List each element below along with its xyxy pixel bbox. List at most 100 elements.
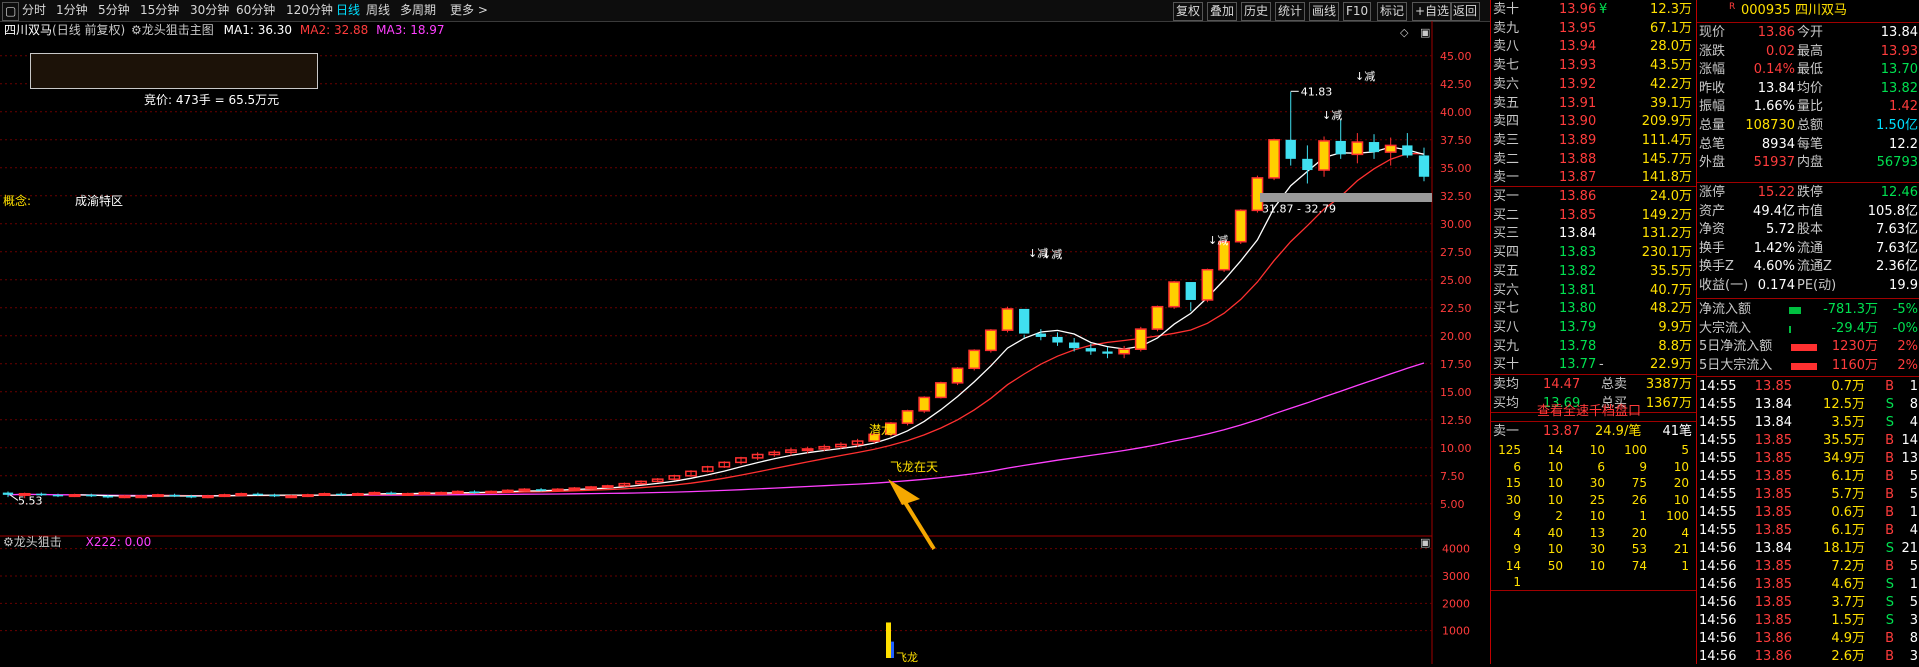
period-tab-5[interactable]: 60分钟 [236, 2, 275, 19]
kline-chart-panel[interactable]: 45.00 42.50 40.00 37.50 35.00 32.50 30.00 27.50… [0, 21, 1490, 664]
flow-label: 净流入额 [1699, 302, 1752, 317]
bid-row[interactable]: 买九 13.78 8.8万 [1491, 338, 1696, 356]
toolbar-button-7[interactable]: +自选 [1412, 2, 1453, 21]
queue-row[interactable]: 14 50 10 74 1 [1491, 558, 1696, 574]
queue-head-row[interactable]: 卖一 13.87 24.9/笔 41笔 [1491, 423, 1696, 441]
tick-row[interactable]: 14:56 13.85 3.7万 S 5 [1697, 594, 1919, 612]
bid-row[interactable]: 买七 13.80 48.2万 [1491, 300, 1696, 318]
ask-row[interactable]: 卖二 13.88 145.7万 [1491, 151, 1696, 169]
queue-row[interactable]: 9 10 30 53 21 [1491, 541, 1696, 557]
period-tab-4[interactable]: 30分钟 [190, 2, 229, 19]
tick-row[interactable]: 14:56 13.85 1.5万 S 3 [1697, 612, 1919, 630]
tick-row[interactable]: 14:55 13.85 35.5万 B 14 [1697, 432, 1919, 450]
ask-volume: 111.4万 [1641, 132, 1692, 148]
sub-tick-label: 2000 [1442, 597, 1470, 610]
toolbar-button-0[interactable]: 复权 [1173, 2, 1204, 21]
period-tab-2[interactable]: 5分钟 [98, 2, 130, 19]
ask-row[interactable]: 卖一 13.87 141.8万 [1491, 169, 1696, 187]
ask-row[interactable]: 卖八 13.94 28.0万 [1491, 38, 1696, 56]
period-tab-0[interactable]: 分时 [22, 2, 46, 19]
tick-row[interactable]: 14:55 13.84 12.5万 S 8 [1697, 396, 1919, 414]
period-tab-7[interactable]: 日线 [336, 2, 360, 19]
toolbar-button-8[interactable]: 返回 [1450, 2, 1481, 21]
indicator-gear-icon[interactable]: ⚙ [131, 23, 142, 37]
tick-row[interactable]: 14:55 13.85 34.9万 B 13 [1697, 450, 1919, 468]
ask-row[interactable]: 卖九 13.95 67.1万 [1491, 20, 1696, 38]
bid-row[interactable]: 买十 13.77- 22.9万 [1491, 356, 1696, 374]
tick-row[interactable]: 14:55 13.85 0.7万 B 1 [1697, 378, 1919, 396]
queue-row[interactable]: 6 10 6 9 10 [1491, 459, 1696, 475]
tick-row[interactable]: 14:55 13.85 6.1万 B 5 [1697, 468, 1919, 486]
kline-chart[interactable]: 45.00 42.50 40.00 37.50 35.00 32.50 30.00 27.50… [0, 21, 1490, 664]
bid-row[interactable]: 买五 13.82 35.5万 [1491, 263, 1696, 281]
tick-row[interactable]: 14:56 13.85 4.6万 S 1 [1697, 576, 1919, 594]
ask-row[interactable]: 卖五 13.91 39.1万 [1491, 95, 1696, 113]
queue-row[interactable]: 15 10 30 75 20 [1491, 475, 1696, 491]
ask-price: 13.91 [1559, 95, 1597, 111]
concept-value[interactable]: 成渝特区 [75, 192, 123, 209]
expand-icon[interactable]: ▣ [1420, 26, 1430, 39]
period-tab-3[interactable]: 15分钟 [140, 2, 179, 19]
queue-row[interactable]: 4 40 13 20 4 [1491, 525, 1696, 541]
tick-row[interactable]: 14:56 13.84 18.1万 S 21 [1697, 540, 1919, 558]
quote-value: 56793 [1876, 155, 1918, 171]
tick-volume: 12.5万 [1823, 397, 1865, 412]
queue-row[interactable]: 30 10 25 26 10 [1491, 492, 1696, 508]
bid-row[interactable]: 买一 13.86 24.0万 [1491, 188, 1696, 206]
candle-up [951, 367, 964, 384]
bid-row[interactable]: 买二 13.85 149.2万 [1491, 207, 1696, 225]
window-toggle-icon[interactable]: ▢ [2, 2, 20, 21]
tick-price: 13.85 [1754, 613, 1792, 628]
stock-title[interactable]: R 000935 四川双马 [1697, 2, 1919, 20]
tick-row[interactable]: 14:55 13.84 3.5万 S 4 [1697, 414, 1919, 432]
bid-row[interactable]: 买三 13.84 131.2万 [1491, 225, 1696, 243]
sub-expand-icon[interactable]: ▣ [1420, 536, 1430, 549]
bid-row[interactable]: 买六 13.81 40.7万 [1491, 282, 1696, 300]
bid-row[interactable]: 买八 13.79 9.9万 [1491, 319, 1696, 337]
ask-row[interactable]: 卖十 13.96 ¥12.3万 [1491, 1, 1696, 19]
tick-row[interactable]: 14:55 13.85 0.6万 B 1 [1697, 504, 1919, 522]
diamond-icon[interactable]: ◇ [1400, 26, 1408, 39]
reduce-marker-1: ↓减 [1042, 248, 1062, 261]
price-tick-label: 42.50 [1440, 78, 1472, 91]
tick-row[interactable]: 14:55 13.85 6.1万 B 4 [1697, 522, 1919, 540]
ask-row[interactable]: 卖三 13.89 111.4万 [1491, 132, 1696, 150]
toolbar-button-1[interactable]: 叠加 [1207, 2, 1238, 21]
queue-row[interactable]: 1 [1491, 574, 1696, 590]
ask-volume: 42.2万 [1650, 76, 1692, 92]
queue-cell: 74 [1631, 558, 1647, 573]
fund-label: 市值 [1797, 203, 1824, 219]
period-tab-1[interactable]: 1分钟 [56, 2, 88, 19]
toolbar-button-6[interactable]: 标记 [1377, 2, 1408, 21]
toolbar-button-5[interactable]: F10 [1343, 2, 1372, 21]
bid-row[interactable]: 买四 13.83 230.1万 [1491, 244, 1696, 262]
period-tab-8[interactable]: 周线 [366, 2, 390, 19]
tick-time: 14:55 [1699, 415, 1737, 430]
indicator-name[interactable]: 龙头狙击主图 [142, 23, 214, 37]
period-tab-10[interactable]: 更多 > [450, 2, 488, 19]
avg-row[interactable]: 卖均 14.47 总卖 3387万 [1491, 376, 1696, 394]
period-tab-6[interactable]: 120分钟 [286, 2, 333, 19]
candle-up [1384, 144, 1397, 153]
toolbar-button-3[interactable]: 统计 [1275, 2, 1306, 21]
sub-gear-icon[interactable]: ⚙ [3, 535, 14, 549]
tick-row[interactable]: 14:56 13.86 2.6万 B 3 [1697, 648, 1919, 666]
candle-up [1168, 281, 1181, 308]
queue-row[interactable]: 125 14 10 100 5 [1491, 442, 1696, 458]
queue-row[interactable]: 9 2 10 1 100 [1491, 508, 1696, 524]
view-full-orderbook-button[interactable]: 查看全速千档盘口 [1491, 403, 1696, 421]
toolbar-button-2[interactable]: 历史 [1241, 2, 1272, 21]
tick-row[interactable]: 14:55 13.85 5.7万 B 5 [1697, 486, 1919, 504]
ask-row[interactable]: 卖四 13.90 209.9万 [1491, 113, 1696, 131]
period-tab-9[interactable]: 多周期 [400, 2, 436, 19]
tick-row[interactable]: 14:56 13.86 4.9万 B 8 [1697, 630, 1919, 648]
tick-time: 14:55 [1699, 433, 1737, 448]
toolbar-button-4[interactable]: 画线 [1309, 2, 1340, 21]
fund-label: 净资 [1699, 222, 1726, 238]
sub-indicator-name[interactable]: 龙头狙击 [14, 535, 62, 549]
ask-row[interactable]: 卖七 13.93 43.5万 [1491, 57, 1696, 75]
quote-label: 总笔 [1699, 136, 1726, 152]
price-tick-label: 12.50 [1440, 414, 1472, 427]
ask-row[interactable]: 卖六 13.92 42.2万 [1491, 76, 1696, 94]
tick-row[interactable]: 14:56 13.85 7.2万 B 5 [1697, 558, 1919, 576]
